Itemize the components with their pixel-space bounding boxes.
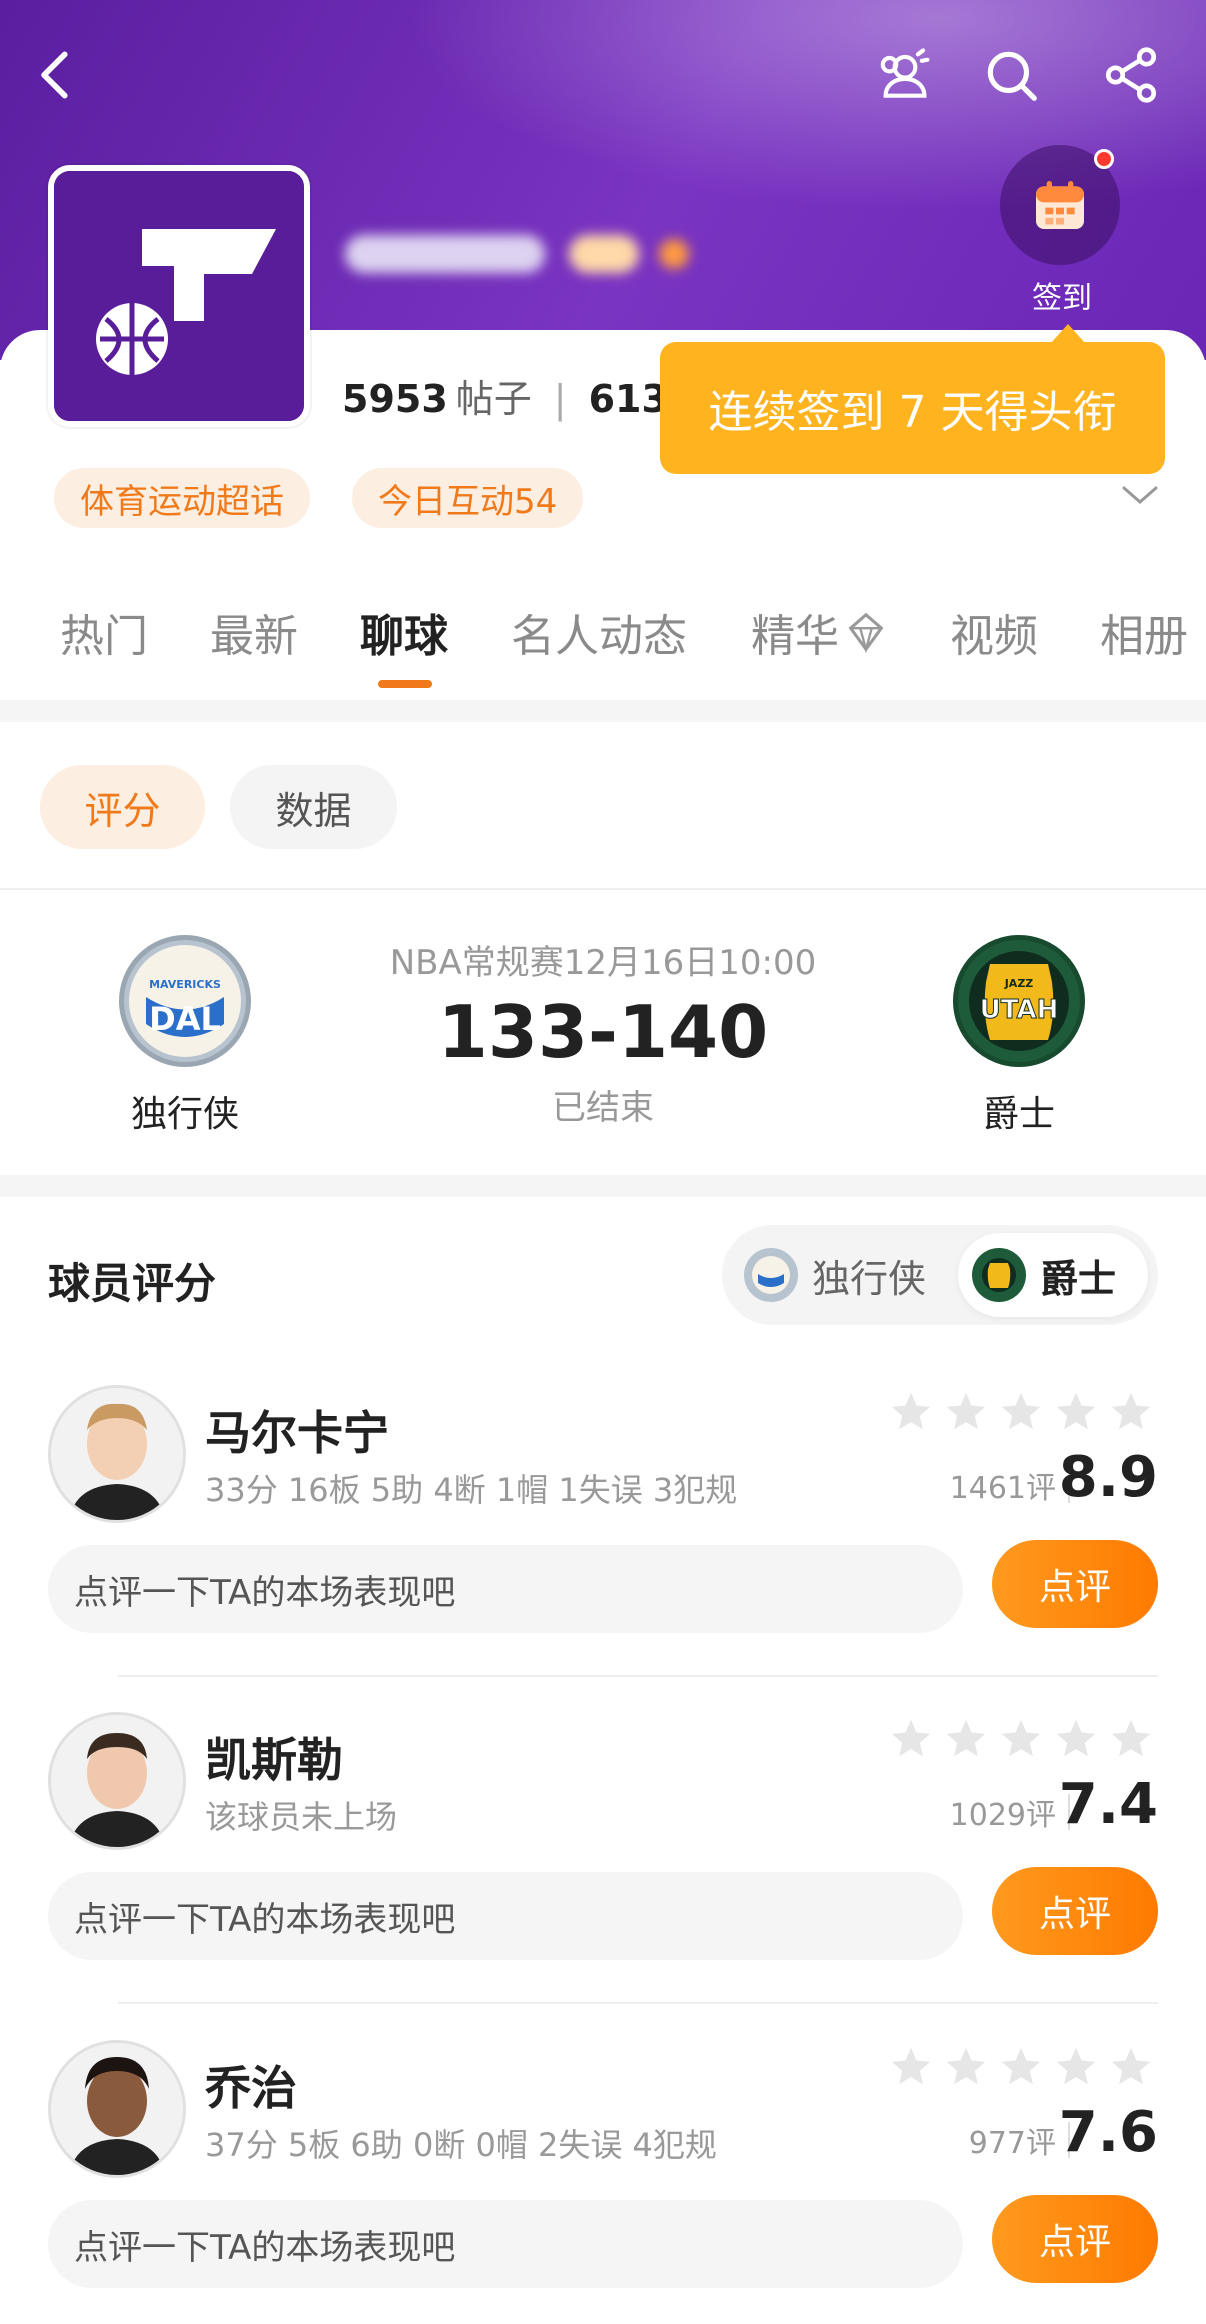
rating-stars[interactable] <box>888 1716 1163 1762</box>
tab-featured-label: 精华 <box>751 611 839 662</box>
profile-stats: 5953 帖子 | 6138 <box>342 368 694 423</box>
tab-featured[interactable]: 精华 <box>751 600 889 664</box>
checkin-tooltip[interactable]: 连续签到 7 天得头衔 <box>660 324 1165 474</box>
tab-latest[interactable]: 最新 <box>210 600 298 664</box>
player-stats: 该球员未上场 <box>205 1798 398 1836</box>
star-icon[interactable] <box>998 1389 1044 1435</box>
player-name: 马尔卡宁 <box>205 1406 389 1460</box>
tag-super-topic[interactable]: 体育运动超话 <box>54 468 310 528</box>
player-rating: 7.6 <box>1058 2100 1158 2165</box>
data-subtab[interactable]: 数据 <box>230 765 397 849</box>
player-row: 马尔卡宁 33分 16板 5助 4断 1帽 1失误 3犯规 1461评 8.9 … <box>0 1385 1206 1685</box>
share-icon[interactable] <box>1086 30 1176 120</box>
player-row: 凯斯勒 该球员未上场 1029评 7.4 点评一下TA的本场表现吧 点评 <box>0 1712 1206 2012</box>
mavericks-logo-line2: DAL <box>149 1000 221 1038</box>
comment-input[interactable]: 点评一下TA的本场表现吧 <box>48 2200 963 2288</box>
active-tab-indicator <box>378 680 432 688</box>
stats-separator: | <box>553 377 567 421</box>
section-divider <box>0 1175 1206 1197</box>
tab-video[interactable]: 视频 <box>950 600 1038 664</box>
jazz-logo-avatar[interactable] <box>48 165 310 427</box>
player-avatar[interactable] <box>48 1712 186 1850</box>
chevron-down-icon[interactable] <box>1118 480 1162 510</box>
row-divider <box>118 2002 1158 2004</box>
rating-count: 977评 <box>968 2126 1056 2161</box>
feed-tabs: 热门 最新 聊球 名人动态 精华 视频 相册 <box>0 600 1206 690</box>
tab-hot[interactable]: 热门 <box>60 600 148 664</box>
rating-count: 1461评 <box>949 1471 1056 1506</box>
comment-button[interactable]: 点评 <box>992 1867 1158 1955</box>
match-score: 133-140 <box>437 990 769 1074</box>
diamond-icon <box>848 612 884 654</box>
away-team-name: 爵士 <box>982 1094 1055 1135</box>
star-icon[interactable] <box>943 1389 989 1435</box>
checkin-label: 签到 <box>1032 281 1092 316</box>
home-team-name: 独行侠 <box>130 1094 239 1135</box>
star-icon[interactable] <box>943 2044 989 2090</box>
rating-subtab[interactable]: 评分 <box>40 765 205 849</box>
jazz-mini-icon <box>972 1248 1026 1302</box>
player-row: 乔治 37分 5板 6助 0断 0帽 2失误 4犯规 977评 7.6 点评一下… <box>0 2040 1206 2324</box>
team-switch: 独行侠 爵士 <box>722 1225 1158 1325</box>
star-icon[interactable] <box>1053 2044 1099 2090</box>
mavericks-logo[interactable]: MAVERICKS DAL <box>119 935 251 1067</box>
jazz-logo-line2: UTAH <box>980 995 1059 1025</box>
switch-jazz-label: 爵士 <box>1040 1256 1117 1301</box>
player-rating: 8.9 <box>1058 1445 1158 1510</box>
mavericks-logo-line1: MAVERICKS <box>149 978 221 991</box>
blurred-username <box>345 225 705 281</box>
player-stats: 33分 16板 5助 4断 1帽 1失误 3犯规 <box>205 1471 738 1509</box>
back-icon[interactable] <box>12 30 102 120</box>
tab-album[interactable]: 相册 <box>1100 600 1188 664</box>
player-avatar[interactable] <box>48 2040 186 2178</box>
player-rating: 7.4 <box>1058 1772 1158 1837</box>
player-avatar[interactable] <box>48 1385 186 1523</box>
star-icon[interactable] <box>888 2044 934 2090</box>
tag-daily-interaction[interactable]: 今日互动54 <box>352 468 584 528</box>
tab-celebrity[interactable]: 名人动态 <box>511 600 687 664</box>
star-icon[interactable] <box>1053 1389 1099 1435</box>
star-icon[interactable] <box>888 1716 934 1762</box>
row-divider <box>118 1675 1158 1677</box>
section-divider <box>0 700 1206 722</box>
star-icon[interactable] <box>1108 2044 1154 2090</box>
rating-count: 1029评 <box>949 1798 1056 1833</box>
mavericks-mini-icon <box>744 1248 798 1302</box>
match-status: 已结束 <box>552 1088 654 1128</box>
comment-button[interactable]: 点评 <box>992 1540 1158 1628</box>
switch-mavericks[interactable]: 独行侠 <box>730 1233 950 1317</box>
checkin-button[interactable]: 签到 <box>1000 145 1124 316</box>
rating-stars[interactable] <box>888 2044 1163 2090</box>
star-icon[interactable] <box>1053 1716 1099 1762</box>
rating-stars[interactable] <box>888 1389 1163 1435</box>
match-info: NBA常规赛12月16日10:00 <box>389 943 817 983</box>
switch-jazz[interactable]: 爵士 <box>958 1233 1148 1317</box>
comment-button[interactable]: 点评 <box>992 2195 1158 2283</box>
star-icon[interactable] <box>943 1716 989 1762</box>
calendar-icon <box>1000 145 1120 265</box>
notification-dot <box>1094 149 1114 169</box>
star-icon[interactable] <box>998 1716 1044 1762</box>
player-name: 乔治 <box>205 2061 297 2115</box>
player-name: 凯斯勒 <box>205 1733 343 1787</box>
star-icon[interactable] <box>1108 1716 1154 1762</box>
top-navigation-bar <box>0 30 1206 140</box>
subtab-divider <box>0 888 1206 890</box>
comment-input[interactable]: 点评一下TA的本场表现吧 <box>48 1872 963 1960</box>
jazz-logo-line1: JAZZ <box>1004 977 1034 990</box>
star-icon[interactable] <box>888 1389 934 1435</box>
search-icon[interactable] <box>966 30 1056 120</box>
star-icon[interactable] <box>1108 1389 1154 1435</box>
posts-count: 5953 <box>342 377 448 421</box>
tab-chat-ball[interactable]: 聊球 <box>360 600 448 664</box>
star-icon[interactable] <box>998 2044 1044 2090</box>
player-ratings-title: 球员评分 <box>48 1259 217 1308</box>
jazz-logo[interactable]: JAZZ UTAH <box>953 935 1085 1067</box>
posts-unit: 帖子 <box>455 377 532 421</box>
player-stats: 37分 5板 6助 0断 0帽 2失误 4犯规 <box>205 2126 717 2164</box>
switch-mavericks-label: 独行侠 <box>812 1256 927 1301</box>
group-members-icon[interactable] <box>860 30 950 120</box>
comment-input[interactable]: 点评一下TA的本场表现吧 <box>48 1545 963 1633</box>
